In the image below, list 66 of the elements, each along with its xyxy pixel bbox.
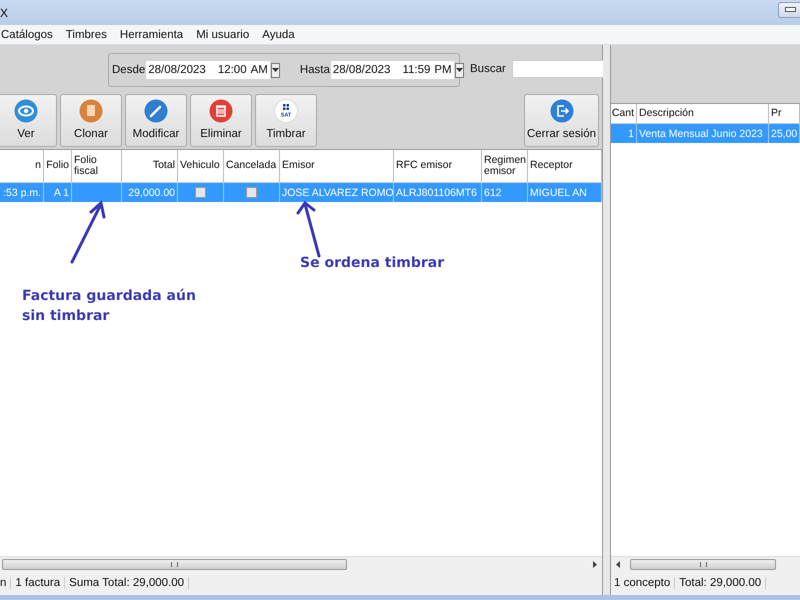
table-cell: 612 — [484, 186, 502, 198]
menu-item[interactable]: Timbres — [66, 28, 113, 40]
table-cell: MIGUEL AN — [530, 186, 587, 198]
table-cell: 1 — [628, 128, 634, 140]
status-text: Suma Total: 29,000.00 — [65, 577, 190, 589]
pencil-icon — [144, 99, 168, 123]
caret-icon — [272, 68, 279, 72]
column-header[interactable]: Pr — [769, 104, 800, 123]
caret-icon — [456, 68, 463, 72]
scroll-right-icon[interactable] — [593, 560, 597, 568]
toolbar-button[interactable]: Clonar — [60, 94, 122, 147]
arrow — [296, 200, 320, 258]
column-header[interactable]: Regimen emisor — [482, 150, 528, 182]
window-title: X — [0, 6, 8, 20]
splitter-handle[interactable] — [603, 45, 610, 595]
table-cell: Venta Mensual Junio 2023 — [639, 128, 763, 140]
status-text: 1 factura — [11, 577, 66, 589]
status-text: n — [0, 577, 12, 589]
status-text: 1 concepto — [611, 577, 676, 589]
column-header[interactable]: RFC emisor — [394, 150, 482, 182]
column-header[interactable]: Descripción — [637, 104, 769, 123]
search-label: Buscar — [470, 63, 506, 75]
eye-icon — [14, 99, 38, 123]
table-cell: ALRJ801106MT6 — [396, 186, 477, 198]
logout-button[interactable]: Cerrar sesión — [524, 94, 599, 147]
column-header[interactable]: Vehiculo — [178, 150, 224, 182]
copy-icon — [79, 99, 103, 123]
column-header[interactable]: Cancelada — [224, 150, 280, 182]
toolbar-button[interactable]: Ver — [0, 94, 57, 147]
annotation-text: Factura guardada aún sin timbrar — [22, 287, 197, 326]
search-field[interactable] — [512, 60, 604, 78]
trash-icon — [209, 99, 233, 123]
column-header[interactable]: Emisor — [280, 150, 394, 182]
scroll-left-icon[interactable] — [616, 560, 620, 568]
checkbox[interactable] — [246, 187, 257, 198]
column-header[interactable]: Total — [122, 150, 178, 182]
menu-item[interactable]: Mi usuario — [196, 28, 256, 40]
table-cell: JOSE ALVAREZ ROMO — [282, 186, 393, 198]
column-header[interactable]: Folio fiscal — [72, 150, 122, 182]
dropdown-button[interactable] — [454, 62, 464, 78]
table-cell: 29,000.00 — [128, 186, 175, 198]
dropdown-button[interactable] — [270, 62, 280, 78]
column-header[interactable]: Cant — [611, 104, 637, 123]
toolbar-button[interactable]: Modificar — [125, 94, 187, 147]
menu-item[interactable]: Herramienta — [120, 28, 190, 40]
horizontal-scrollbar[interactable] — [0, 556, 602, 571]
exit-icon — [550, 99, 574, 123]
arrow — [70, 200, 106, 264]
toolbar-button[interactable]: Eliminar — [190, 94, 252, 147]
table-cell: A 1 — [54, 186, 69, 198]
menu-item[interactable]: Catálogos — [0, 28, 59, 40]
status-text: Total: 29,000.00 — [675, 577, 766, 589]
column-header[interactable]: Folio — [44, 150, 72, 182]
to-label: Hasta — [300, 64, 330, 76]
horizontal-scrollbar[interactable] — [611, 556, 800, 571]
checkbox[interactable] — [195, 187, 206, 198]
from-label: Desde — [112, 64, 146, 76]
column-header[interactable]: n — [0, 150, 44, 182]
table-cell: :53 p.m. — [3, 186, 41, 198]
from-datetime-field[interactable]: 28/08/2023 12:00 AM — [146, 61, 270, 79]
to-datetime-field[interactable]: 28/08/2023 11:59 PM — [330, 61, 454, 79]
table-cell: 25,00 — [771, 128, 798, 140]
column-header[interactable]: Receptor — [528, 150, 602, 182]
minimize-button[interactable] — [778, 2, 800, 18]
menu-item[interactable]: Ayuda — [262, 28, 301, 40]
annotation-text: Se ordena timbrar — [300, 254, 446, 273]
